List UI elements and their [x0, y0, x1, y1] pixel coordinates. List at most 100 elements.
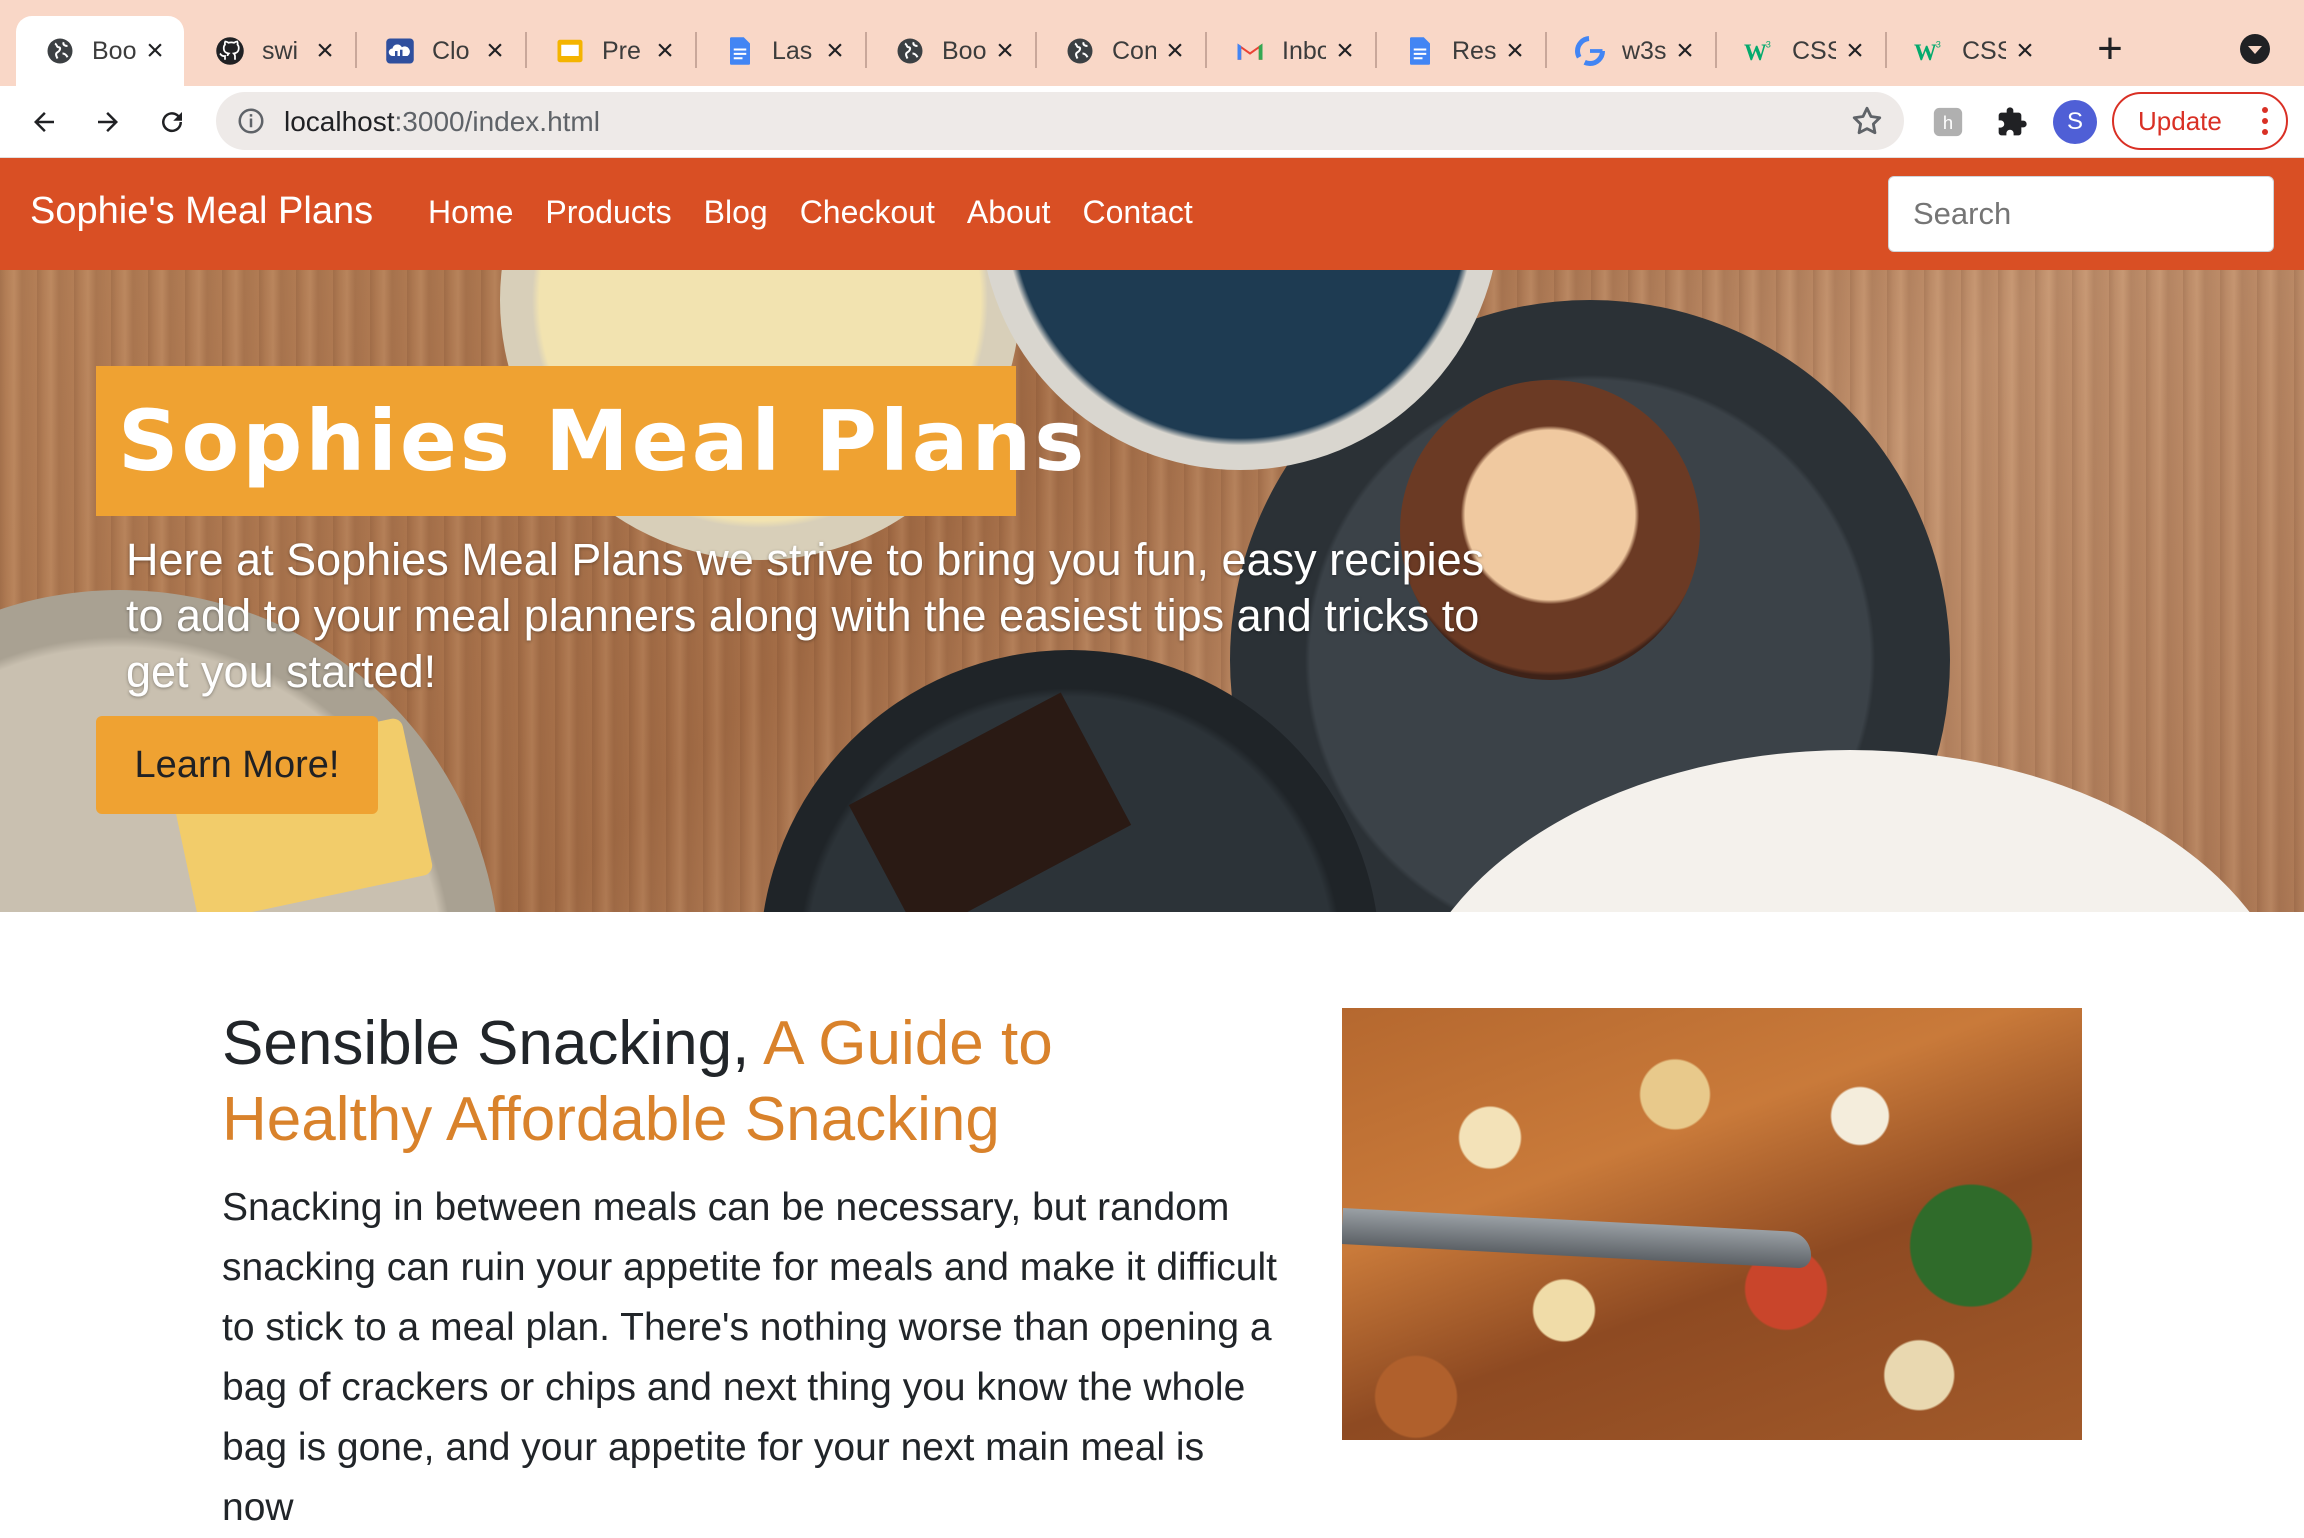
site-navbar: Sophie's Meal Plans Home Products Blog C… [0, 158, 2304, 270]
browser-tab[interactable]: Clo × [356, 16, 524, 86]
tab-search-icon[interactable] [2240, 34, 2270, 64]
tab-title: Clo [432, 36, 470, 65]
tab-title: Inbo [1282, 36, 1326, 65]
browser-tab-strip: Boo × swi × Clo × Pre × Las × Boo × Con × Inbo × Res × w3s… [0, 0, 2304, 86]
browser-tab[interactable]: w3s × [1546, 16, 1714, 86]
extension-icon[interactable]: h [1926, 100, 1970, 144]
browser-tab[interactable]: W 3 CSS × [1886, 16, 2054, 86]
salad-photo [1342, 1008, 2082, 1440]
browser-tab[interactable]: Boo × [16, 16, 184, 86]
nav-link-home[interactable]: Home [428, 194, 513, 231]
tab-separator [695, 32, 697, 68]
nav-link-contact[interactable]: Contact [1083, 194, 1193, 231]
update-button[interactable]: Update [2112, 92, 2288, 150]
tab-close-icon[interactable]: × [140, 34, 170, 67]
extensions-puzzle-icon[interactable] [1990, 100, 2034, 144]
back-button[interactable] [20, 98, 68, 146]
tab-title: Pre [602, 36, 641, 65]
nav-link-blog[interactable]: Blog [704, 194, 768, 231]
google-icon [1574, 35, 1606, 67]
tab-separator [1715, 32, 1717, 68]
github-icon [214, 35, 246, 67]
tab-close-icon[interactable]: × [1160, 34, 1190, 67]
docs-icon [724, 35, 756, 67]
browser-tab[interactable]: Pre × [526, 16, 694, 86]
svg-text:3: 3 [1766, 40, 1771, 50]
nav-link-products[interactable]: Products [545, 194, 671, 231]
tab-title: w3s [1622, 36, 1666, 65]
browser-toolbar: localhost:3000/index.html h S Update [0, 86, 2304, 158]
tab-separator [1205, 32, 1207, 68]
forward-arrow-icon [98, 112, 118, 132]
browser-tab[interactable]: Las × [696, 16, 864, 86]
heading-main: Sensible Snacking, [222, 1009, 764, 1078]
site-info-icon[interactable] [236, 106, 266, 136]
tab-title: Boo [92, 36, 136, 65]
tab-title: Con [1112, 36, 1156, 65]
profile-avatar[interactable]: S [2053, 100, 2097, 144]
browser-tab[interactable]: Inbo × [1206, 16, 1374, 86]
browser-tab[interactable]: W 3 CSS × [1716, 16, 1884, 86]
svg-text:3: 3 [1936, 40, 1941, 50]
back-arrow-icon [34, 112, 54, 132]
svg-text:W: W [1914, 40, 1937, 65]
w3schools-icon: W3 [1914, 35, 1946, 67]
reload-button[interactable] [148, 98, 196, 146]
hero-description: Here at Sophies Meal Plans we strive to … [126, 534, 1485, 697]
tab-close-icon[interactable]: × [650, 34, 680, 67]
tab-close-icon[interactable]: × [310, 34, 340, 67]
url-text: localhost:3000/index.html [284, 106, 600, 137]
new-tab-button[interactable]: + [2085, 24, 2135, 74]
address-bar[interactable]: localhost:3000/index.html [216, 92, 1904, 150]
tab-close-icon[interactable]: × [820, 34, 850, 67]
tab-close-icon[interactable]: × [1670, 34, 1700, 67]
tab-close-icon[interactable]: × [480, 34, 510, 67]
tab-title: Las [772, 36, 813, 65]
tab-separator [1885, 32, 1887, 68]
bookmark-star-icon[interactable] [1850, 104, 1884, 138]
tab-title: CSS [1962, 36, 2006, 65]
svg-text:h: h [1943, 112, 1953, 133]
tab-title: CSS [1792, 36, 1836, 65]
browser-tab[interactable]: Boo × [866, 16, 1034, 86]
hero-title: Sophies Meal Plans [118, 392, 1088, 490]
browser-tab[interactable]: Res × [1376, 16, 1544, 86]
cloud-icon [384, 35, 416, 67]
w3schools-icon: W3 [1744, 35, 1776, 67]
nav-link-about[interactable]: About [967, 194, 1051, 231]
tab-close-icon[interactable]: × [1500, 34, 1530, 67]
tab-close-icon[interactable]: × [990, 34, 1020, 67]
tab-separator [1545, 32, 1547, 68]
globe-icon [894, 35, 926, 67]
nav-link-checkout[interactable]: Checkout [800, 194, 935, 231]
photo-knife [1342, 1208, 1813, 1269]
browser-tab[interactable]: swi × [186, 16, 354, 86]
globe-icon [1064, 35, 1096, 67]
update-label: Update [2138, 105, 2222, 136]
tab-separator [1375, 32, 1377, 68]
tab-close-icon[interactable]: × [1840, 34, 1870, 67]
tab-close-icon[interactable]: × [2010, 34, 2040, 67]
section-body: Snacking in between meals can be necessa… [222, 1186, 1277, 1529]
section-heading: Sensible Snacking, A Guide to Healthy Af… [222, 1006, 1122, 1158]
docs-icon [1404, 35, 1436, 67]
slides-icon [554, 35, 586, 67]
tab-title: Boo [942, 36, 986, 65]
gmail-icon [1234, 35, 1266, 67]
tab-close-icon[interactable]: × [1330, 34, 1360, 67]
hero-banner: Sophies Meal Plans Here at Sophies Meal … [0, 270, 2304, 912]
forward-button[interactable] [84, 98, 132, 146]
nav-links: Home Products Blog Checkout About Contac… [428, 194, 1193, 231]
reload-icon [162, 112, 183, 133]
site-brand[interactable]: Sophie's Meal Plans [30, 190, 373, 233]
more-menu-icon[interactable] [2262, 106, 2268, 136]
browser-tab[interactable]: Con × [1036, 16, 1204, 86]
globe-icon [44, 35, 76, 67]
tab-separator [1035, 32, 1037, 68]
svg-text:W: W [1744, 40, 1767, 65]
search-input[interactable] [1888, 176, 2274, 252]
tab-separator [865, 32, 867, 68]
hero-title-box: Sophies Meal Plans [96, 366, 1084, 516]
learn-more-button[interactable]: Learn More! [96, 716, 378, 814]
tab-separator [525, 32, 527, 68]
